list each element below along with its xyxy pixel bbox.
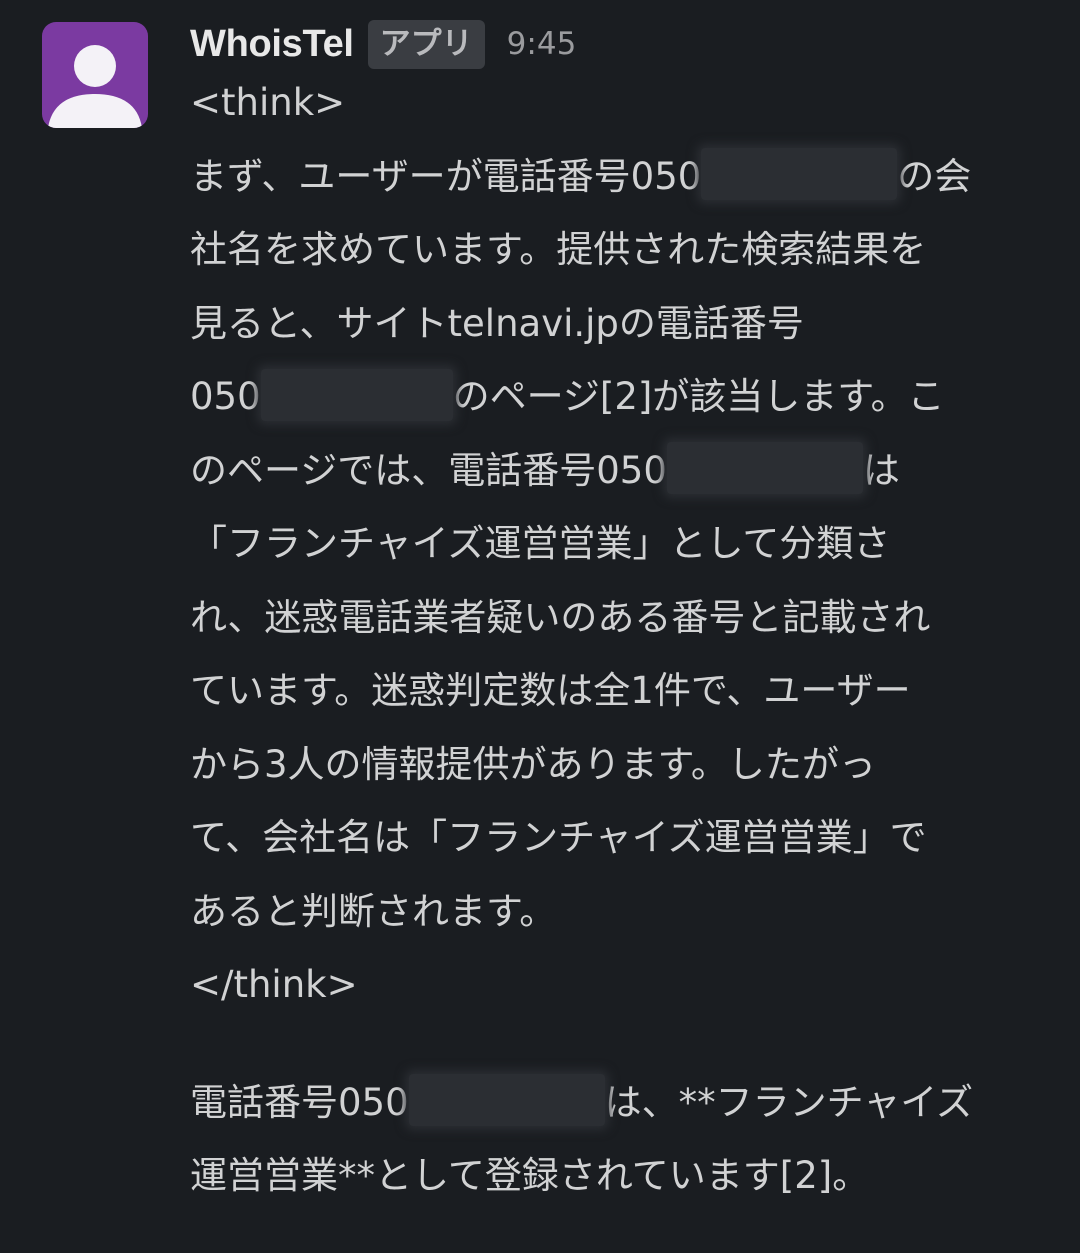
- user-silhouette-icon: [48, 45, 142, 128]
- redacted-phone-number: [408, 1074, 605, 1126]
- redacted-phone-number: [260, 368, 453, 421]
- message-line: 「フランチャイズ運営営業」として分類さ: [190, 522, 891, 565]
- message-line: から3人の情報提供があります。したがっ: [190, 742, 876, 786]
- message-line: ています。迷惑判定数は全1件で、ユーザー: [190, 669, 911, 712]
- message-line: れ、迷惑電話業者疑いのある番号と記載され: [190, 595, 931, 639]
- chat-message: WhoisTel アプリ 9:45 <think> まず、ユーザーが電話番号05…: [0, 0, 1080, 1253]
- message-line: 見ると、サイトtelnavi.jpの電話番号: [190, 301, 804, 345]
- message-line: 社名を求めています。提供された検索結果を: [190, 228, 927, 271]
- message-line: 電話番号050 は、**フランチャイズ: [190, 1066, 1050, 1140]
- app-badge: アプリ: [367, 19, 485, 69]
- message-line: 運営営業**として登録されています[2]。: [190, 1154, 870, 1197]
- timestamp[interactable]: 9:45: [507, 26, 577, 62]
- think-open-tag: <think>: [190, 81, 346, 124]
- message-line: 050 のページ[2]が該当します。こ: [190, 360, 1050, 434]
- message-line: のページでは、電話番号050 は: [190, 434, 1050, 508]
- message-line: あると判断されます。: [190, 889, 557, 933]
- sender-name[interactable]: WhoisTel: [190, 23, 354, 66]
- redacted-phone-number: [666, 442, 863, 494]
- think-close-tag: </think>: [190, 963, 358, 1006]
- message-header: WhoisTel アプリ 9:45: [190, 18, 576, 70]
- message-body: <think> まず、ユーザーが電話番号050 の会 社名を求めています。提供され…: [190, 66, 1050, 1213]
- redacted-phone-number: [701, 148, 898, 200]
- message-line: まず、ユーザーが電話番号050 の会: [190, 140, 1050, 214]
- avatar[interactable]: [42, 22, 148, 128]
- message-line: て、会社名は「フランチャイズ運営営業」で: [190, 816, 927, 859]
